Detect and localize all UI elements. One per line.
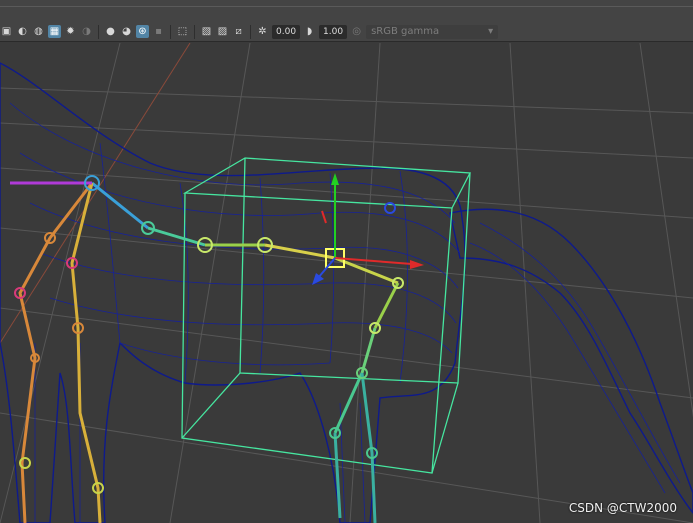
skeleton-joints	[14, 175, 404, 494]
selection-bounding-box	[181, 157, 472, 474]
exposure-field[interactable]: 0.00	[272, 24, 301, 39]
xray-icon[interactable]: ▦	[48, 25, 61, 38]
default-material-icon[interactable]: ◍	[32, 25, 45, 38]
isolate-select-icon[interactable]: ⬚	[176, 25, 189, 38]
toolbar-separator	[194, 24, 195, 39]
chevron-down-icon: ▾	[488, 26, 494, 37]
xray-joints-icon[interactable]: ⊛	[136, 25, 149, 38]
toolbar-separator	[170, 24, 171, 39]
grid-axis-line	[0, 43, 191, 344]
horse-wireframe	[0, 62, 693, 523]
grid-toggle-icon[interactable]: ▧	[200, 25, 213, 38]
x-axis-arrow	[410, 260, 424, 269]
wireframe-shade-icon[interactable]: ▣	[0, 25, 13, 38]
3d-viewport[interactable]: CSDN @CTW2000	[0, 43, 693, 523]
shadows-icon[interactable]: ◑	[80, 25, 93, 38]
menu-strip	[0, 0, 693, 23]
toolbar-separator	[250, 24, 251, 39]
film-gate-icon[interactable]: ▨	[216, 25, 229, 38]
exposure-icon[interactable]: ✲	[256, 25, 269, 38]
gamma-field[interactable]: 1.00	[319, 24, 348, 39]
resolution-gate-icon[interactable]: ⧄	[232, 25, 245, 38]
toolbar-separator	[98, 24, 99, 39]
anti-alias-icon[interactable]: ▪	[152, 25, 165, 38]
motion-blur-icon[interactable]: ◕	[120, 25, 133, 38]
viewport-panel-toolbar: ▣ ◐ ◍ ▦ ✹ ◑ ● ◕ ⊛ ▪ ⬚ ▧ ▨ ⧄ ✲ 0.00 ◗ 1.0…	[0, 22, 693, 42]
lights-icon[interactable]: ✹	[64, 25, 77, 38]
skeleton-spine	[10, 181, 400, 523]
color-space-label: sRGB gamma	[371, 26, 440, 37]
horse-wire-mesh	[9, 102, 681, 523]
watermark: CSDN @CTW2000	[568, 501, 677, 515]
color-space-select[interactable]: sRGB gamma ▾	[366, 24, 499, 39]
ambient-occlusion-icon[interactable]: ●	[104, 25, 117, 38]
color-management-icon[interactable]: ◎	[350, 25, 363, 38]
viewport-canvas[interactable]	[0, 43, 693, 523]
y-axis-arrow	[331, 173, 339, 185]
smooth-shade-icon[interactable]: ◐	[16, 25, 29, 38]
gamma-icon[interactable]: ◗	[303, 25, 316, 38]
